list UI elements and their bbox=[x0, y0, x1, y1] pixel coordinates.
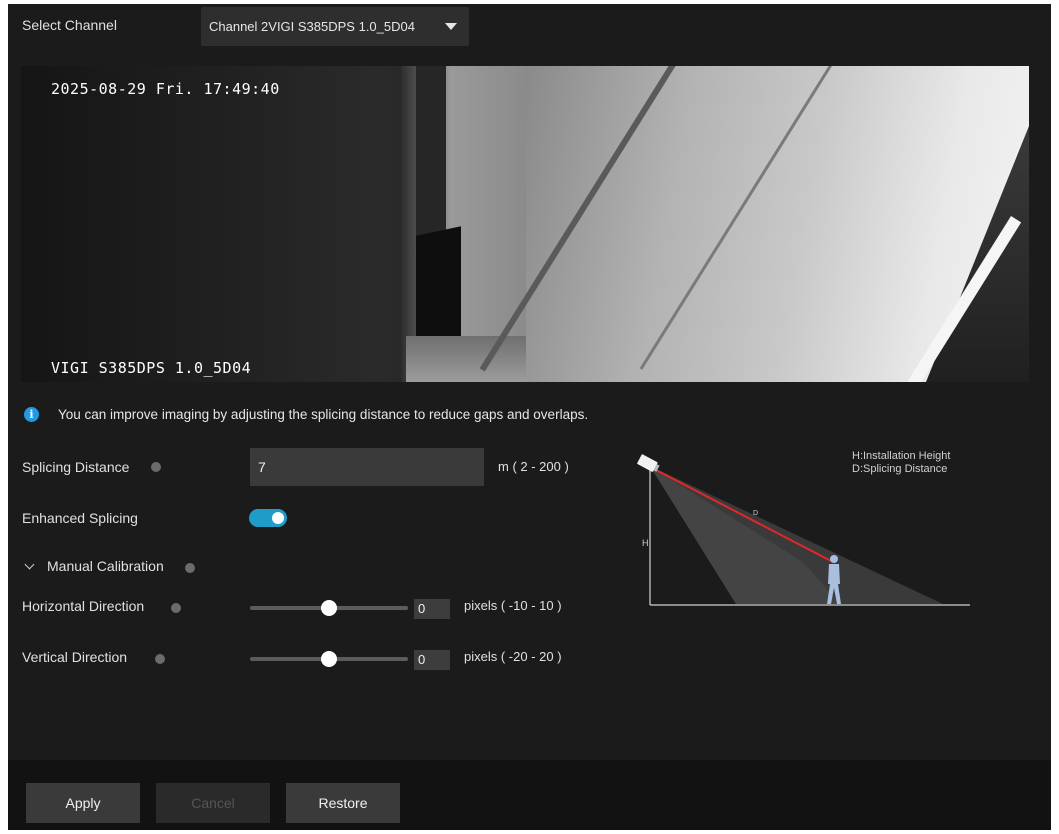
horizontal-slider[interactable] bbox=[250, 600, 408, 616]
horizontal-direction-label: Horizontal Direction bbox=[22, 598, 145, 614]
axis-h-label: H bbox=[642, 538, 649, 548]
horizontal-range: pixels ( -10 - 10 ) bbox=[464, 598, 562, 613]
apply-button[interactable]: Apply bbox=[26, 783, 140, 823]
slider-thumb[interactable] bbox=[321, 651, 337, 667]
manual-calibration-toggle[interactable]: Manual Calibration bbox=[24, 558, 164, 574]
info-icon: i bbox=[24, 407, 39, 422]
manual-calibration-label: Manual Calibration bbox=[47, 558, 164, 574]
help-icon[interactable] bbox=[185, 563, 195, 573]
splicing-distance-range: m ( 2 - 200 ) bbox=[498, 459, 569, 474]
help-icon[interactable] bbox=[155, 654, 165, 664]
osd-model: VIGI S385DPS 1.0_5D04 bbox=[51, 359, 252, 377]
chevron-down-icon bbox=[24, 559, 35, 569]
vertical-slider[interactable] bbox=[250, 651, 408, 667]
restore-button[interactable]: Restore bbox=[286, 783, 400, 823]
enhanced-splicing-label: Enhanced Splicing bbox=[22, 510, 138, 526]
vertical-value-input[interactable]: 0 bbox=[414, 650, 450, 670]
tip-text: You can improve imaging by adjusting the… bbox=[58, 407, 589, 422]
splicing-distance-input[interactable] bbox=[250, 448, 484, 486]
toggle-knob bbox=[272, 512, 284, 524]
video-floor bbox=[406, 336, 526, 382]
vertical-direction-label: Vertical Direction bbox=[22, 649, 128, 665]
legend-splicing-distance: D:Splicing Distance bbox=[852, 463, 948, 475]
vertical-range: pixels ( -20 - 20 ) bbox=[464, 649, 562, 664]
footer-bar: Apply Cancel Restore bbox=[8, 760, 1051, 830]
caret-down-icon[interactable] bbox=[445, 23, 457, 30]
channel-select[interactable]: Channel 2VIGI S385DPS 1.0_5D04 bbox=[201, 7, 469, 46]
tip-row: i You can improve imaging by adjusting t… bbox=[24, 407, 588, 422]
channel-select-value: Channel 2VIGI S385DPS 1.0_5D04 bbox=[209, 19, 415, 34]
video-fixture bbox=[416, 226, 461, 351]
help-icon[interactable] bbox=[151, 462, 161, 472]
cancel-button[interactable]: Cancel bbox=[156, 783, 270, 823]
enhanced-splicing-toggle[interactable] bbox=[249, 509, 287, 527]
osd-timestamp: 2025-08-29 Fri. 17:49:40 bbox=[51, 80, 280, 98]
splicing-distance-label: Splicing Distance bbox=[22, 459, 130, 475]
axis-d-label: D bbox=[753, 510, 758, 517]
legend-installation-height: H:Installation Height bbox=[852, 450, 951, 462]
help-icon[interactable] bbox=[171, 603, 181, 613]
select-channel-label: Select Channel bbox=[22, 17, 117, 33]
live-preview: 2025-08-29 Fri. 17:49:40 VIGI S385DPS 1.… bbox=[21, 66, 1029, 382]
calibration-panel: Select Channel Channel 2VIGI S385DPS 1.0… bbox=[8, 4, 1051, 830]
coverage-overlap bbox=[650, 466, 840, 604]
horizontal-value-input[interactable]: 0 bbox=[414, 599, 450, 619]
slider-thumb[interactable] bbox=[321, 600, 337, 616]
